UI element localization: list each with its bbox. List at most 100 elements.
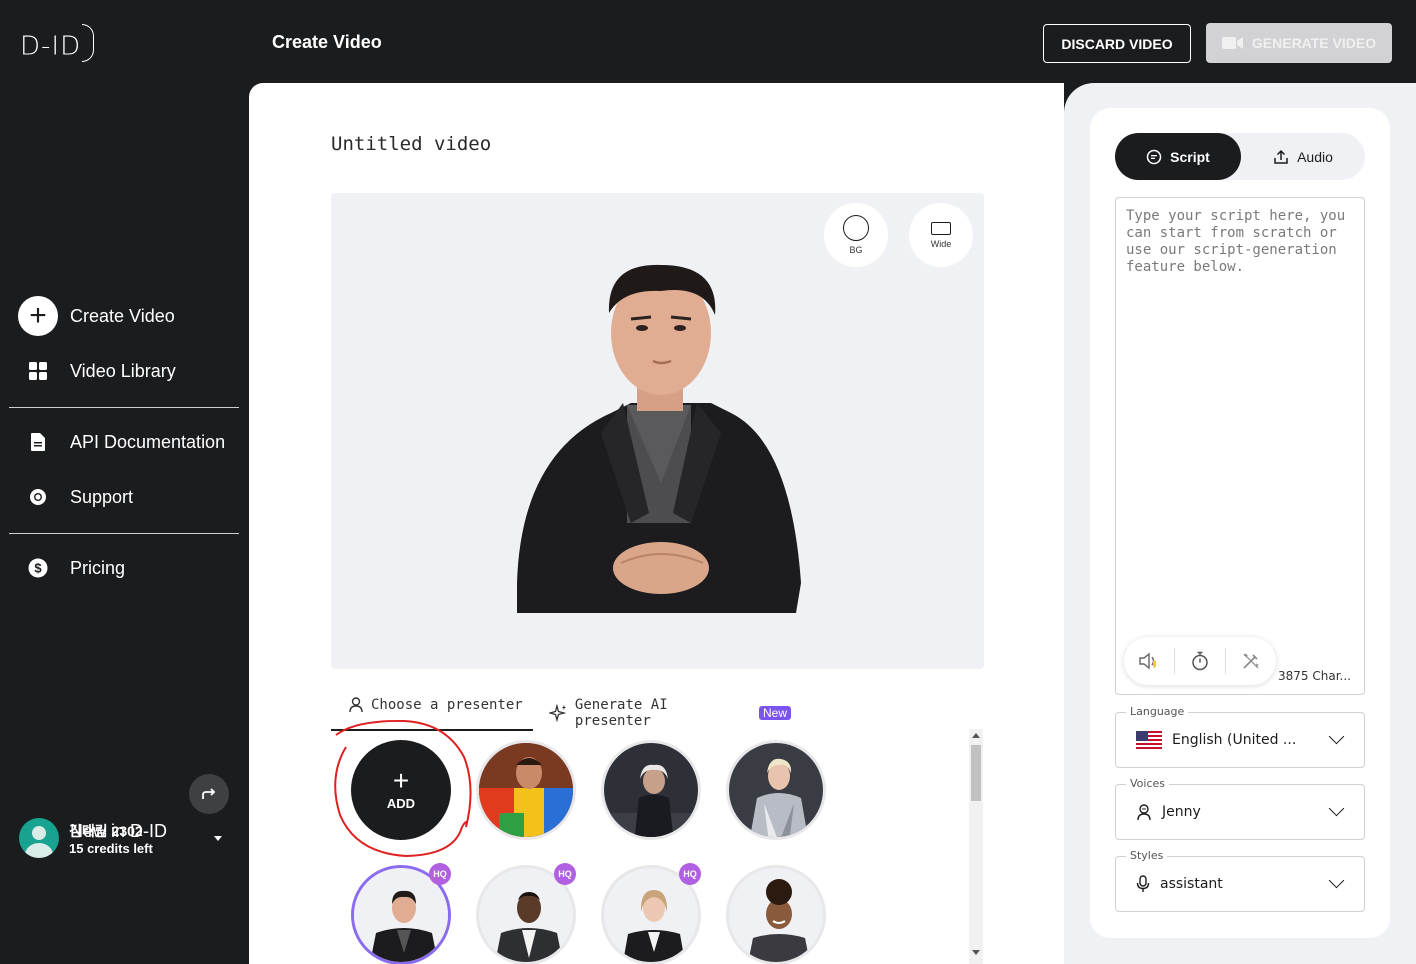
presenter-image bbox=[604, 743, 698, 837]
sidebar-item-support[interactable]: Support bbox=[18, 477, 133, 517]
field-label: Language bbox=[1126, 705, 1189, 718]
tab-label: Script bbox=[1170, 148, 1210, 165]
plus-circle-icon: + bbox=[18, 296, 58, 336]
presenter-thumbnail[interactable] bbox=[601, 740, 701, 840]
sidebar-item-label: Create Video bbox=[70, 305, 175, 326]
presenter-image bbox=[479, 743, 573, 837]
presenter-thumbnail[interactable] bbox=[476, 740, 576, 840]
hq-badge: HQ bbox=[554, 863, 576, 885]
add-label: ADD bbox=[386, 795, 416, 811]
stopwatch-icon bbox=[1192, 651, 1208, 671]
page-title: Create Video bbox=[272, 32, 382, 52]
generate-video-button[interactable]: GENERATE VIDEO bbox=[1206, 23, 1392, 63]
voice-value: Jenny bbox=[1162, 804, 1201, 820]
script-tools bbox=[1124, 637, 1276, 685]
speaker-hand-icon bbox=[1139, 652, 1156, 670]
logo-bracket bbox=[82, 24, 95, 62]
pause-timer-button[interactable] bbox=[1175, 637, 1225, 685]
voice-emphasis-button[interactable] bbox=[1124, 637, 1174, 685]
sidebar-item-video-library[interactable]: Video Library bbox=[18, 351, 176, 391]
presenter-thumbnail[interactable] bbox=[726, 740, 826, 840]
voices-select[interactable]: Voices Jenny bbox=[1115, 777, 1365, 840]
tab-script[interactable]: Script bbox=[1115, 133, 1241, 180]
scroll-up-arrow-icon[interactable] bbox=[972, 733, 980, 738]
top-bar: D-ID Create Video DISCARD VIDEO GENERATE… bbox=[0, 0, 1416, 83]
scrollbar-thumb[interactable] bbox=[971, 745, 981, 801]
sidebar-item-pricing[interactable]: $ Pricing bbox=[18, 548, 125, 588]
sidebar-item-label: Support bbox=[70, 486, 134, 507]
microphone-icon bbox=[1136, 875, 1150, 892]
us-flag-icon bbox=[1136, 731, 1162, 749]
tab-label: Choose a presenter bbox=[371, 697, 523, 713]
user-name: 김태림 2302 bbox=[69, 822, 143, 839]
tab-audio[interactable]: Audio bbox=[1241, 133, 1365, 180]
plus-icon: + bbox=[392, 764, 410, 796]
chevron-down-icon bbox=[1328, 872, 1345, 889]
tab-label: Audio bbox=[1297, 148, 1333, 165]
nav-divider bbox=[9, 407, 239, 408]
document-icon bbox=[18, 422, 58, 462]
scroll-down-arrow-icon[interactable] bbox=[972, 950, 980, 955]
tab-choose-presenter[interactable]: Choose a presenter bbox=[349, 697, 523, 713]
rectangle-icon bbox=[931, 221, 951, 235]
sidebar-item-create-video[interactable]: + Create Video bbox=[18, 296, 175, 336]
add-presenter-button[interactable]: + ADD bbox=[351, 740, 451, 840]
presenter-preview-image bbox=[517, 264, 801, 613]
field-label: Voices bbox=[1126, 777, 1170, 790]
new-badge: New bbox=[758, 706, 791, 720]
script-placeholder: Type your script here, you can start fro… bbox=[1126, 208, 1346, 275]
sidebar-item-label: API Documentation bbox=[70, 431, 226, 452]
hq-badge: HQ bbox=[679, 863, 701, 885]
presenter-tabs: Choose a presenter Generate AI presenter… bbox=[331, 687, 791, 731]
tab-label: Generate AI presenter bbox=[574, 697, 668, 729]
active-tab-indicator bbox=[331, 729, 533, 731]
presenter-image bbox=[729, 743, 823, 837]
chevron-down-icon bbox=[1328, 728, 1345, 745]
presenter-thumbnail[interactable] bbox=[726, 865, 826, 964]
script-textarea[interactable]: Type your script here, you can start fro… bbox=[1115, 197, 1365, 695]
presenter-grid: + ADD HQ HQ HQ bbox=[331, 733, 981, 964]
ai-script-button[interactable] bbox=[1226, 637, 1276, 685]
swap-arrow-icon bbox=[202, 788, 216, 799]
main-panel: Untitled video BG Wide Choose a presente… bbox=[249, 83, 1064, 964]
sidebar-item-label: Pricing bbox=[70, 557, 126, 578]
logo-text: D-ID bbox=[20, 31, 82, 62]
user-info: 김태림 2302 15 credits left bbox=[69, 821, 153, 856]
svg-text:$: $ bbox=[34, 561, 42, 576]
nav-divider bbox=[9, 533, 239, 534]
styles-select[interactable]: Styles assistant bbox=[1115, 849, 1365, 912]
avatar bbox=[19, 818, 59, 858]
character-count: 3875 Char... bbox=[1278, 669, 1351, 683]
dollar-icon: $ bbox=[18, 548, 58, 588]
wide-button[interactable]: Wide bbox=[909, 203, 973, 267]
generate-video-label: GENERATE VIDEO bbox=[1251, 35, 1377, 51]
d-id-logo[interactable]: D-ID bbox=[20, 24, 95, 66]
language-select[interactable]: Language English (United ... bbox=[1115, 705, 1365, 768]
background-button[interactable]: BG bbox=[824, 203, 888, 267]
switch-account-button[interactable] bbox=[189, 774, 229, 814]
hq-badge: HQ bbox=[429, 863, 451, 885]
wide-button-label: Wide bbox=[930, 238, 952, 249]
tab-generate-ai-presenter[interactable]: Generate AI presenter New bbox=[549, 697, 791, 729]
circle-icon bbox=[843, 215, 869, 241]
user-credits: 15 credits left bbox=[69, 840, 153, 856]
style-value: assistant bbox=[1160, 876, 1223, 892]
field-label: Styles bbox=[1126, 849, 1168, 862]
video-preview: BG Wide bbox=[331, 193, 984, 669]
discard-video-button[interactable]: DISCARD VIDEO bbox=[1043, 24, 1191, 63]
sidebar-item-api-documentation[interactable]: API Documentation bbox=[18, 422, 225, 462]
voice-person-icon bbox=[1137, 804, 1151, 821]
caret-down-icon[interactable] bbox=[214, 836, 222, 841]
video-title[interactable]: Untitled video bbox=[331, 133, 491, 155]
background-button-label: BG bbox=[849, 245, 863, 255]
video-camera-icon bbox=[1221, 37, 1243, 49]
person-icon bbox=[349, 697, 363, 713]
sidebar-item-label: Video Library bbox=[70, 360, 176, 381]
user-profile[interactable]: 김태림 2302 15 credits left bbox=[19, 818, 153, 858]
sparkle-icon bbox=[549, 704, 567, 722]
presenter-image bbox=[729, 868, 823, 962]
lifebuoy-icon bbox=[18, 477, 58, 517]
magic-wand-icon bbox=[1243, 653, 1259, 669]
chat-bubble-icon bbox=[1146, 149, 1162, 164]
language-value: English (United ... bbox=[1172, 732, 1297, 748]
